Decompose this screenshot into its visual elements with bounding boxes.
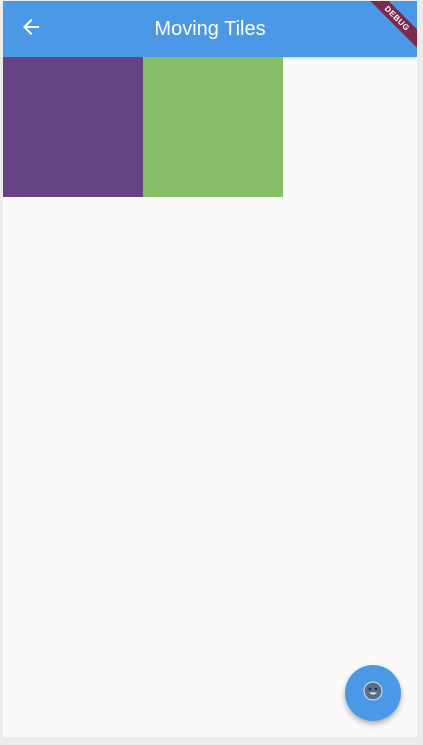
app-bar: Moving Tiles: [3, 1, 417, 57]
tile-purple: [3, 57, 143, 197]
tile-row: [3, 57, 283, 197]
tile-green: [143, 57, 283, 197]
swap-tiles-button[interactable]: [345, 665, 401, 721]
app-screen: Moving Tiles DEBUG: [3, 1, 417, 737]
face-icon: [361, 679, 385, 708]
page-title: Moving Tiles: [154, 18, 266, 40]
